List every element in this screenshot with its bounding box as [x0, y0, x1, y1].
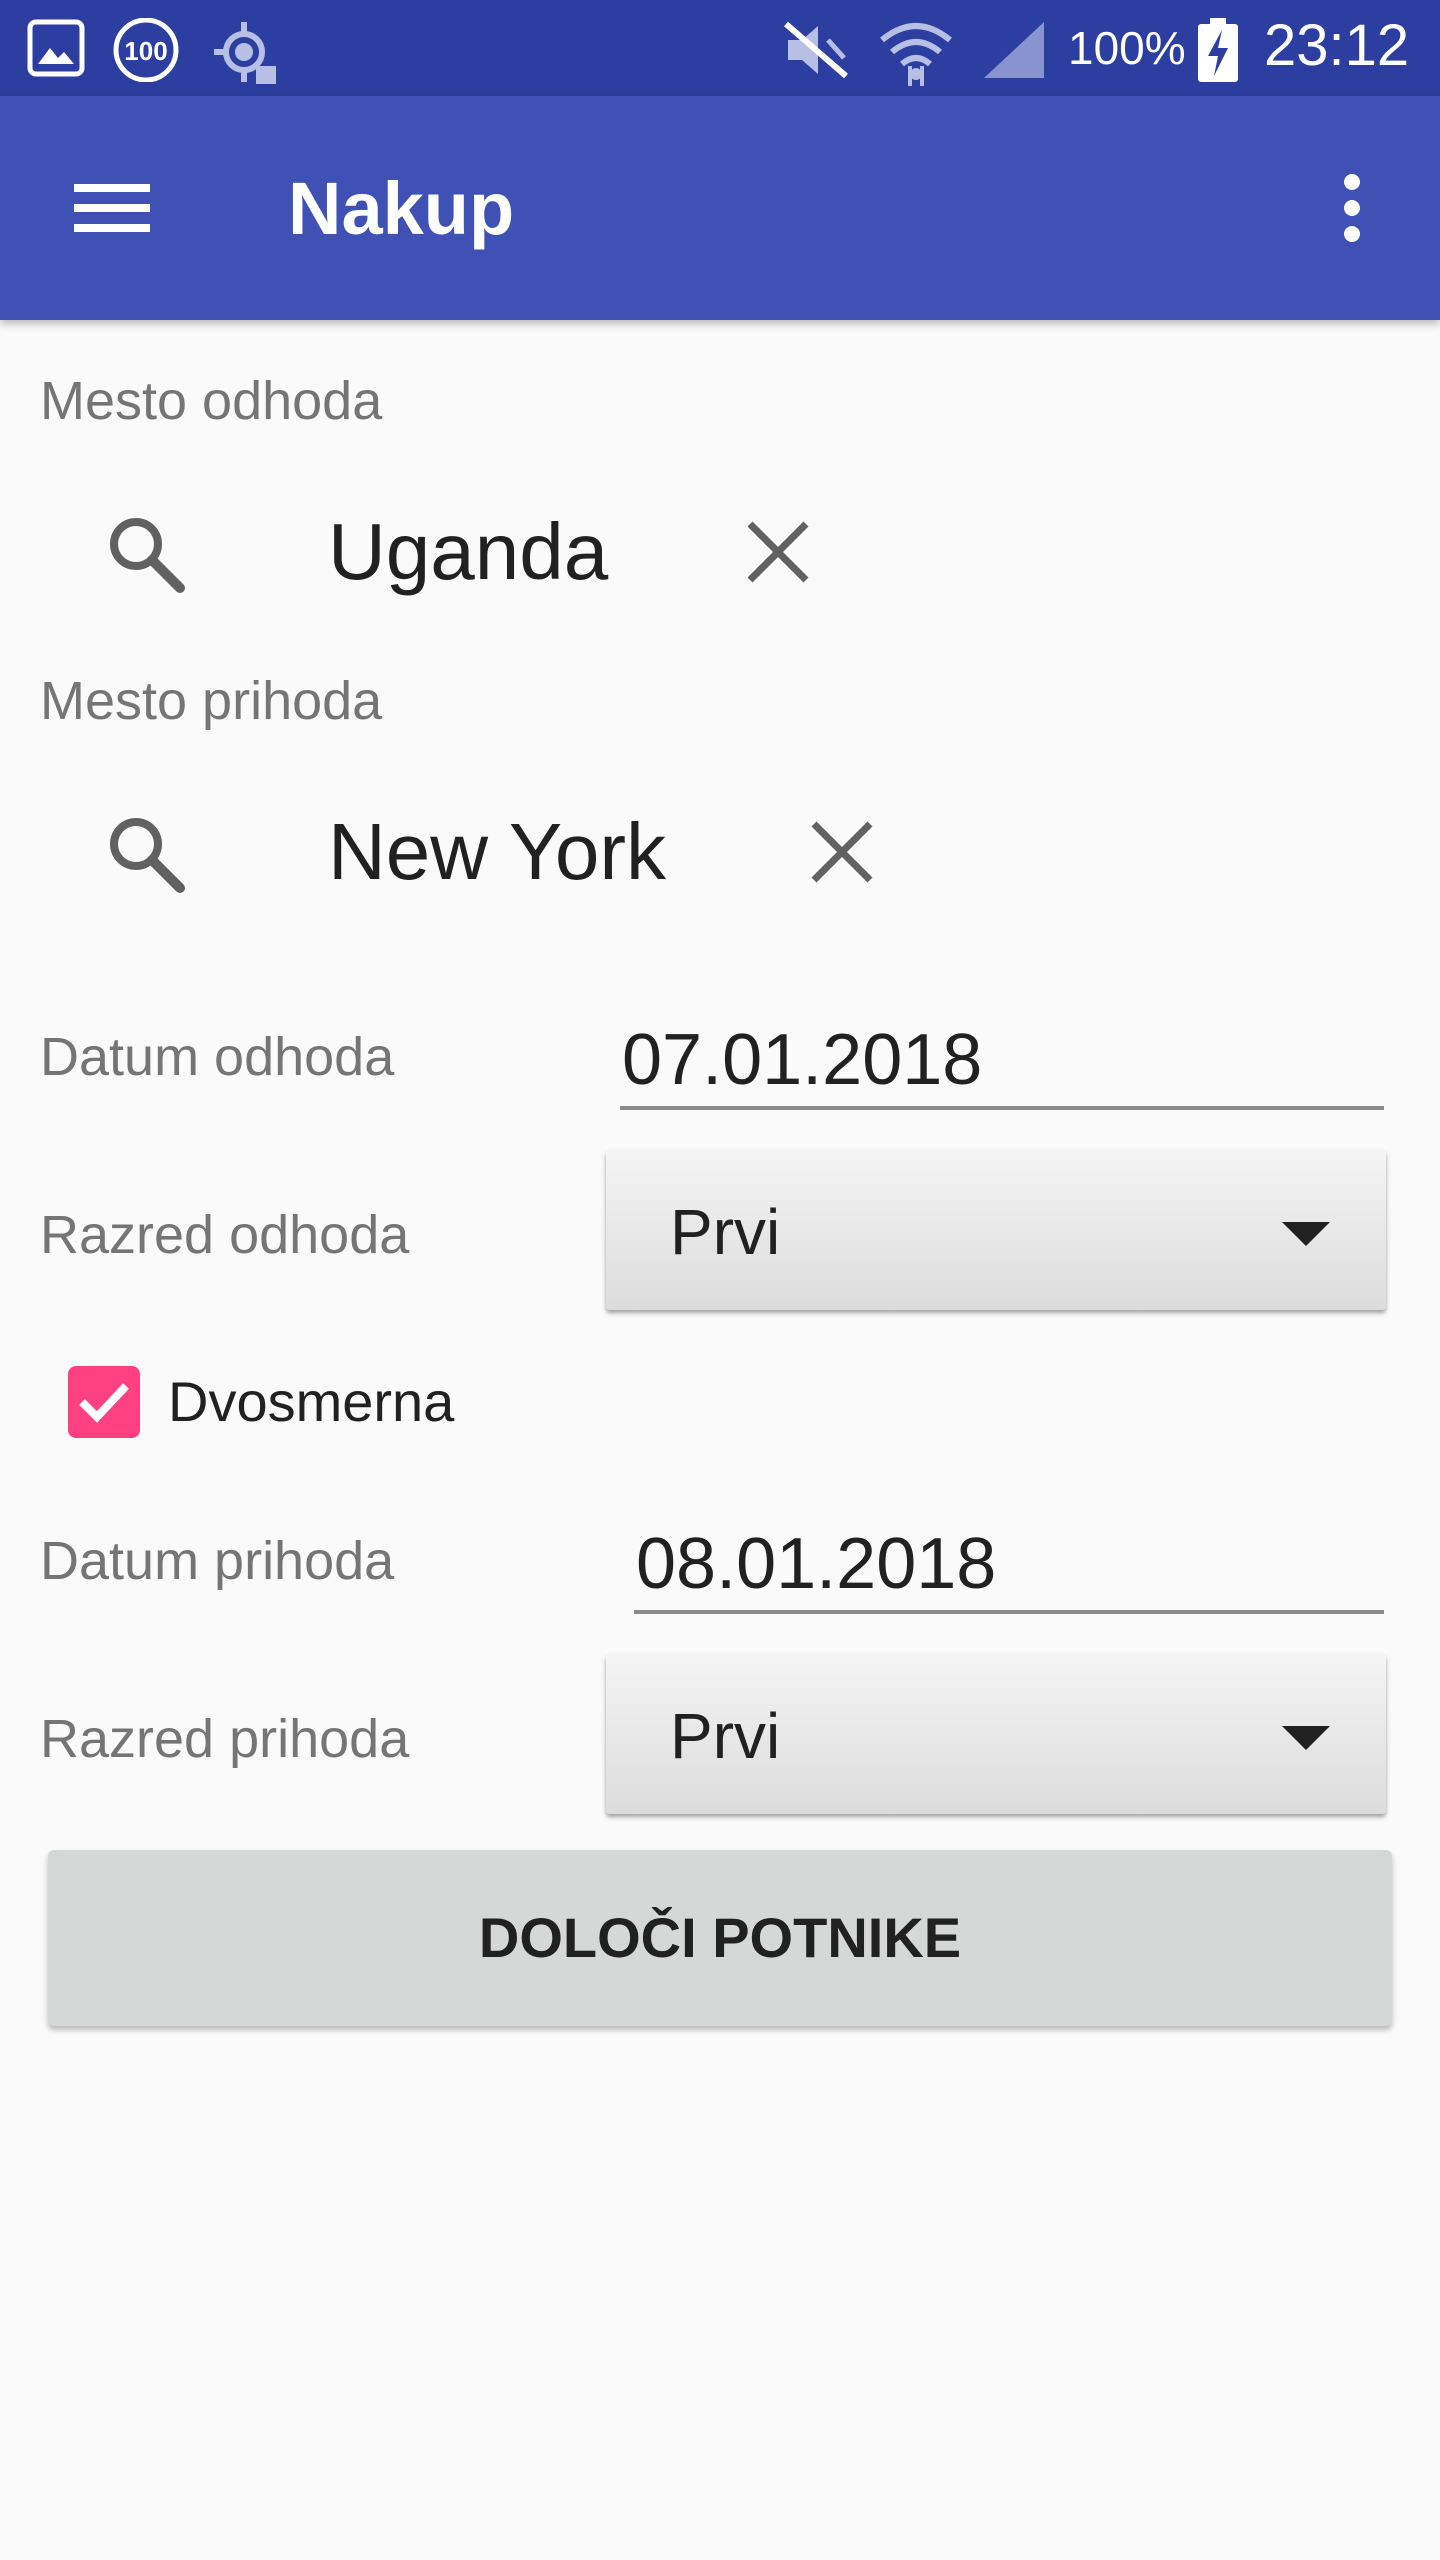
arrival-date-field[interactable]: 08.01.2018 [634, 1514, 1384, 1614]
close-icon[interactable] [742, 516, 814, 588]
mute-icon [784, 21, 848, 79]
gallery-icon [27, 19, 85, 77]
departure-search-value[interactable]: Uganda [328, 504, 608, 600]
round-trip-label[interactable]: Dvosmerna [168, 1366, 454, 1438]
departure-date-value[interactable]: 07.01.2018 [622, 1018, 982, 1102]
arrival-search-value[interactable]: New York [328, 804, 666, 900]
search-icon [110, 518, 185, 593]
chevron-down-icon [1282, 1222, 1330, 1246]
arrival-date-value[interactable]: 08.01.2018 [636, 1522, 996, 1606]
overflow-menu-button[interactable] [1296, 156, 1408, 260]
departure-class-spinner[interactable]: Prvi [606, 1150, 1386, 1310]
svg-text:100: 100 [124, 36, 167, 66]
clock: 23:12 [1264, 13, 1410, 78]
page-title: Nakup [288, 167, 515, 250]
signal-icon [984, 22, 1044, 78]
battery-percent: 100% [1068, 22, 1186, 74]
departure-place-label: Mesto odhoda [40, 371, 383, 431]
arrival-class-value: Prvi [670, 1700, 781, 1772]
set-passengers-button-label: DOLOČI POTNIKE [478, 1906, 962, 1969]
100-badge-icon: 100 [113, 18, 179, 82]
arrival-class-spinner[interactable]: Prvi [606, 1654, 1386, 1814]
chevron-down-icon [1282, 1726, 1330, 1750]
app-bar: Nakup [0, 96, 1440, 320]
battery-charging-icon [1198, 18, 1238, 82]
departure-date-label: Datum odhoda [40, 1027, 395, 1087]
arrival-class-label: Razred prihoda [40, 1709, 410, 1769]
departure-class-label: Razred odhoda [40, 1205, 410, 1265]
menu-button[interactable] [56, 156, 168, 260]
departure-search[interactable]: Uganda [0, 474, 1440, 624]
departure-date-field[interactable]: 07.01.2018 [620, 1010, 1384, 1110]
hamburger-menu-icon [74, 184, 150, 232]
search-icon [110, 818, 185, 893]
location-target-icon [214, 22, 276, 84]
arrival-search[interactable]: New York [0, 774, 1440, 924]
round-trip-checkbox[interactable] [68, 1366, 140, 1438]
more-vert-icon [1344, 174, 1360, 242]
arrival-place-label: Mesto prihoda [40, 671, 383, 731]
wifi-icon [880, 23, 952, 86]
departure-class-value: Prvi [670, 1196, 781, 1268]
status-bar: 100 100% 23:12 [0, 0, 1440, 96]
checkmark-icon [79, 1383, 129, 1423]
set-passengers-button[interactable]: DOLOČI POTNIKE [48, 1850, 1392, 2026]
close-icon[interactable] [806, 816, 878, 888]
arrival-date-label: Datum prihoda [40, 1531, 395, 1591]
